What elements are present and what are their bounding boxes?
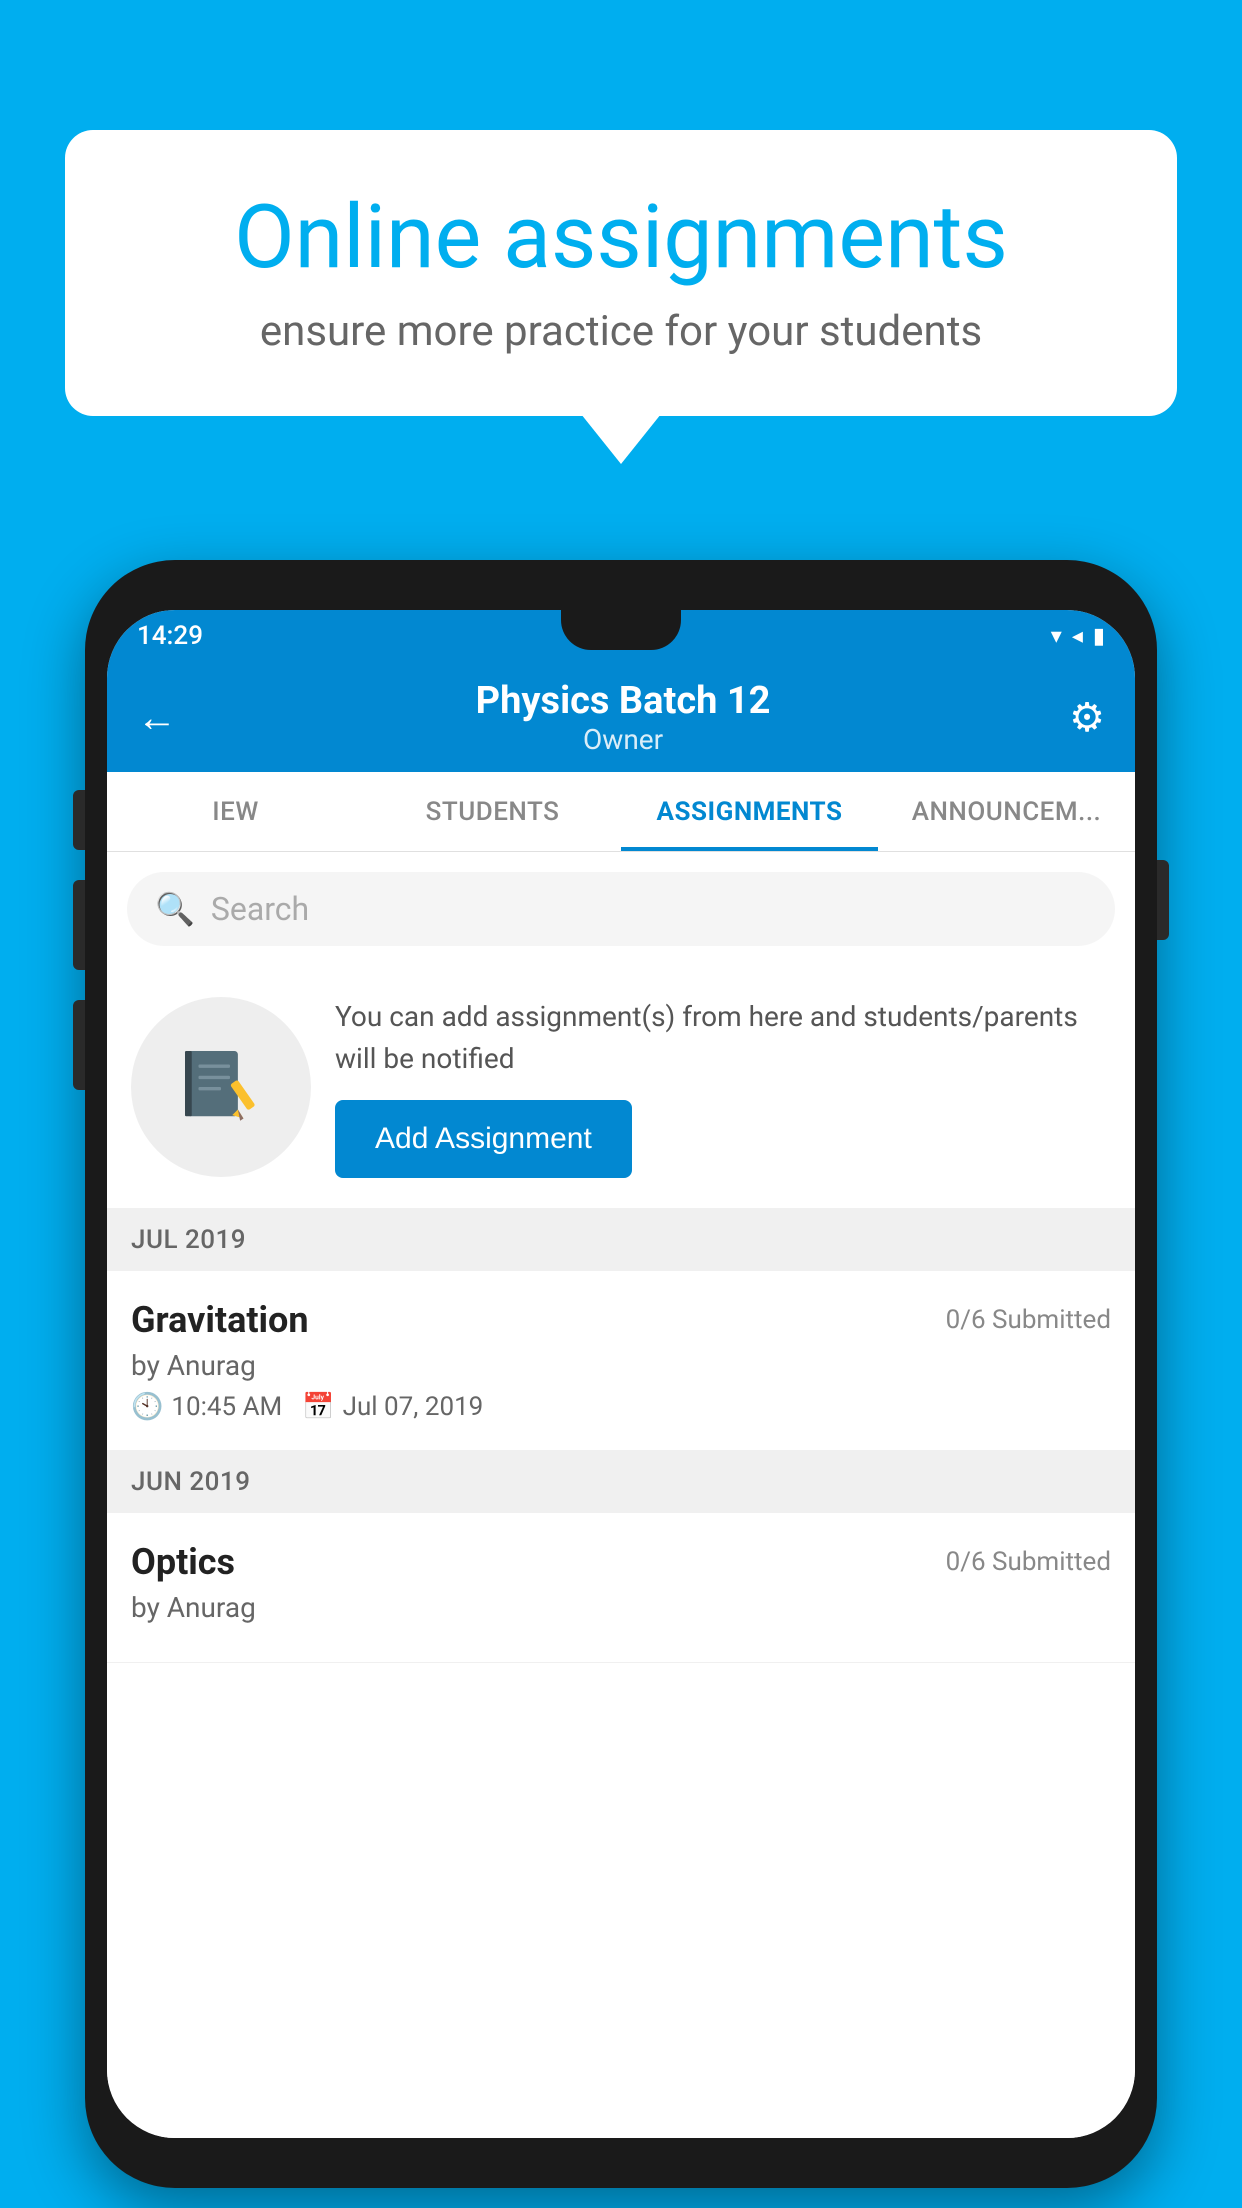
content-area: 🔍 Search [107, 852, 1135, 2138]
assignment-title-optics: Optics [131, 1541, 235, 1583]
assignment-submitted-optics: 0/6 Submitted [946, 1547, 1111, 1577]
back-button[interactable]: ← [137, 694, 177, 741]
phone-mute-button [73, 790, 85, 850]
add-assignment-description: You can add assignment(s) from here and … [335, 996, 1111, 1080]
search-icon: 🔍 [155, 890, 195, 928]
assignment-author-optics: by Anurag [131, 1591, 1111, 1624]
add-assignment-section: You can add assignment(s) from here and … [107, 966, 1135, 1209]
assignment-title-gravitation: Gravitation [131, 1299, 309, 1341]
assignment-submitted-gravitation: 0/6 Submitted [946, 1305, 1111, 1335]
assignment-time-item: 🕙 10:45 AM [131, 1392, 282, 1422]
phone-container: 14:29 ▾ ◂ ▮ ← Physics Batch 12 Owner ⚙ [85, 560, 1157, 2188]
batch-role: Owner [177, 723, 1069, 756]
battery-icon: ▮ [1093, 624, 1105, 649]
assignment-time: 10:45 AM [171, 1392, 282, 1422]
assignment-row1: Gravitation 0/6 Submitted [131, 1299, 1111, 1341]
tab-iew[interactable]: IEW [107, 772, 364, 851]
settings-button[interactable]: ⚙ [1069, 694, 1105, 741]
status-icons: ▾ ◂ ▮ [1051, 624, 1105, 649]
assignment-item-gravitation[interactable]: Gravitation 0/6 Submitted by Anurag 🕙 10… [107, 1271, 1135, 1451]
tab-announcements[interactable]: ANNOUNCEM... [878, 772, 1135, 851]
speech-bubble-subtitle: ensure more practice for your students [135, 307, 1107, 356]
phone-notch [561, 610, 681, 650]
phone-screen: 14:29 ▾ ◂ ▮ ← Physics Batch 12 Owner ⚙ [107, 610, 1135, 2138]
assignment-date-item: 📅 Jul 07, 2019 [302, 1392, 483, 1422]
wifi-icon: ▾ [1051, 624, 1062, 649]
assignment-item-optics[interactable]: Optics 0/6 Submitted by Anurag [107, 1513, 1135, 1663]
search-bar[interactable]: 🔍 Search [127, 872, 1115, 946]
phone-power-button [1157, 860, 1169, 940]
section-header-jun: JUN 2019 [107, 1451, 1135, 1513]
tab-assignments[interactable]: ASSIGNMENTS [621, 772, 878, 851]
app-header: ← Physics Batch 12 Owner ⚙ [107, 662, 1135, 772]
phone-vol-up-button [73, 880, 85, 970]
section-header-jul: JUL 2019 [107, 1209, 1135, 1271]
speech-bubble-container: Online assignments ensure more practice … [65, 130, 1177, 416]
header-title: Physics Batch 12 Owner [177, 679, 1069, 756]
phone-frame: 14:29 ▾ ◂ ▮ ← Physics Batch 12 Owner ⚙ [85, 560, 1157, 2188]
signal-icon: ◂ [1072, 624, 1083, 649]
add-assignment-button[interactable]: Add Assignment [335, 1100, 632, 1178]
phone-vol-down-button [73, 1000, 85, 1090]
batch-name: Physics Batch 12 [177, 679, 1069, 723]
speech-bubble-title: Online assignments [135, 190, 1107, 287]
speech-bubble: Online assignments ensure more practice … [65, 130, 1177, 416]
add-assignment-right: You can add assignment(s) from here and … [335, 996, 1111, 1178]
notebook-icon [176, 1042, 266, 1132]
search-placeholder: Search [211, 890, 309, 928]
assignment-row1-optics: Optics 0/6 Submitted [131, 1541, 1111, 1583]
tab-students[interactable]: STUDENTS [364, 772, 621, 851]
assignment-meta-gravitation: 🕙 10:45 AM 📅 Jul 07, 2019 [131, 1392, 1111, 1422]
assignment-author-gravitation: by Anurag [131, 1349, 1111, 1382]
assignment-icon-circle [131, 997, 311, 1177]
clock-icon: 🕙 [131, 1392, 163, 1422]
status-time: 14:29 [137, 621, 203, 651]
tabs-bar: IEW STUDENTS ASSIGNMENTS ANNOUNCEM... [107, 772, 1135, 852]
assignment-date: Jul 07, 2019 [343, 1392, 484, 1422]
calendar-icon: 📅 [302, 1392, 334, 1422]
